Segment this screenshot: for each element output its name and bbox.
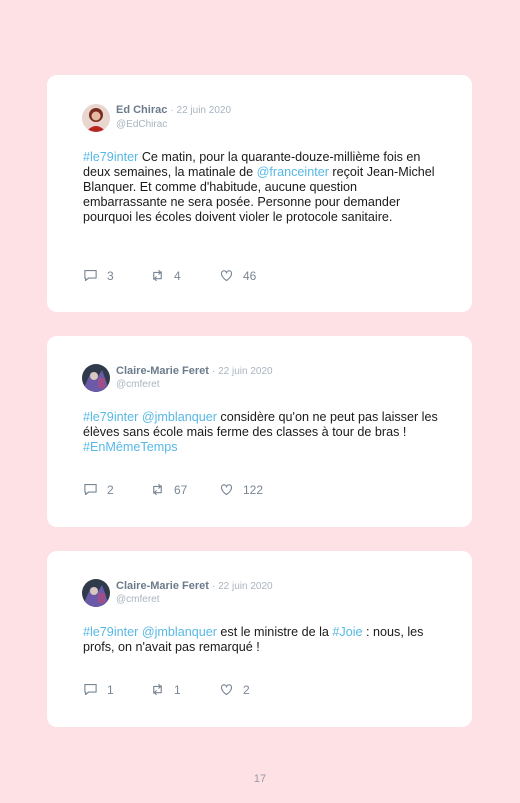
tweet-text: #le79inter Ce matin, pour la quarante-do… bbox=[83, 150, 435, 224]
like-button[interactable]: 122 bbox=[219, 482, 263, 497]
reply-button[interactable]: 2 bbox=[83, 482, 114, 497]
like-button[interactable]: 2 bbox=[219, 682, 250, 697]
avatar[interactable] bbox=[82, 579, 110, 607]
like-button[interactable]: 46 bbox=[219, 268, 256, 283]
avatar[interactable] bbox=[82, 104, 110, 132]
mention[interactable]: @franceinter bbox=[257, 165, 329, 179]
author-handle[interactable]: @EdChirac bbox=[116, 119, 167, 130]
tweet-actions: 3 4 46 bbox=[83, 268, 383, 284]
hashtag[interactable]: #le79inter bbox=[83, 150, 138, 164]
author-handle[interactable]: @cmferet bbox=[116, 594, 160, 605]
like-icon bbox=[220, 684, 233, 696]
retweet-count: 1 bbox=[174, 682, 181, 697]
tweet-actions: 1 1 2 bbox=[83, 682, 383, 698]
tweet-card: Claire-Marie Feret · 22 juin 2020 @cmfer… bbox=[47, 551, 472, 727]
author-handle[interactable]: @cmferet bbox=[116, 379, 160, 390]
author-name[interactable]: Ed Chirac bbox=[116, 104, 167, 116]
reply-icon bbox=[84, 269, 97, 282]
author-name[interactable]: Claire-Marie Feret bbox=[116, 365, 209, 377]
mention[interactable]: @jmblanquer bbox=[142, 625, 217, 639]
page-number: 17 bbox=[253, 773, 267, 785]
like-icon bbox=[220, 270, 233, 282]
retweet-icon bbox=[153, 269, 162, 282]
hashtag[interactable]: #le79inter bbox=[83, 625, 138, 639]
tweet-text: #le79inter @jmblanquer est le ministre d… bbox=[83, 625, 424, 654]
reply-button[interactable]: 3 bbox=[83, 268, 114, 283]
author-line: Claire-Marie Feret · 22 juin 2020 bbox=[116, 365, 273, 377]
mention[interactable]: @jmblanquer bbox=[142, 410, 217, 424]
retweet-button[interactable]: 4 bbox=[150, 268, 181, 283]
hashtag[interactable]: #Joie bbox=[332, 625, 362, 639]
like-icon bbox=[220, 484, 233, 496]
tweet-text: #le79inter @jmblanquer considère qu'on n… bbox=[83, 410, 438, 454]
tweet-card: Claire-Marie Feret · 22 juin 2020 @cmfer… bbox=[47, 336, 472, 527]
tweet-actions: 2 67 122 bbox=[83, 482, 383, 498]
tweet-date: · 22 juin 2020 bbox=[212, 366, 273, 377]
reply-icon bbox=[84, 483, 97, 496]
retweet-button[interactable]: 1 bbox=[150, 682, 181, 697]
tweet-date: · 22 juin 2020 bbox=[170, 105, 232, 116]
retweet-button[interactable]: 67 bbox=[150, 482, 187, 497]
author-line: Ed Chirac · 22 juin 2020 bbox=[116, 104, 231, 116]
author-name[interactable]: Claire-Marie Feret bbox=[116, 580, 209, 592]
like-count: 122 bbox=[243, 482, 264, 497]
tweet-date: · 22 juin 2020 bbox=[212, 581, 273, 592]
hashtag[interactable]: #le79inter bbox=[83, 410, 138, 424]
hashtag[interactable]: #EnMêmeTemps bbox=[83, 440, 178, 454]
retweet-icon bbox=[153, 683, 162, 696]
like-count: 46 bbox=[243, 268, 257, 283]
reply-icon bbox=[84, 683, 97, 696]
retweet-icon bbox=[153, 483, 162, 496]
retweet-count: 67 bbox=[174, 482, 188, 497]
tweet-card: Ed Chirac · 22 juin 2020 @EdChirac #le79… bbox=[47, 75, 472, 312]
reply-button[interactable]: 1 bbox=[83, 682, 114, 697]
author-line: Claire-Marie Feret · 22 juin 2020 bbox=[116, 580, 273, 592]
retweet-count: 4 bbox=[174, 268, 181, 283]
like-count: 2 bbox=[243, 682, 250, 697]
reply-count: 1 bbox=[107, 682, 114, 697]
avatar[interactable] bbox=[82, 364, 110, 392]
reply-count: 3 bbox=[107, 268, 114, 283]
reply-count: 2 bbox=[107, 482, 114, 497]
